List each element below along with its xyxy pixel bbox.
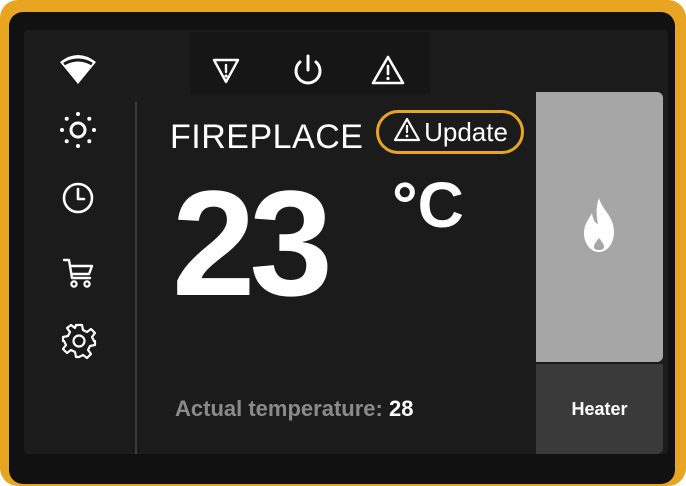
brightness-icon[interactable] [58, 110, 98, 150]
update-label: Update [424, 116, 508, 147]
flame-icon [578, 196, 620, 256]
actual-temperature-label: Actual temperature: [175, 396, 383, 421]
warning-icon[interactable] [370, 54, 406, 86]
temperature-unit: °C [392, 169, 464, 241]
actual-temperature-value: 28 [388, 396, 414, 421]
sidebar-divider [135, 102, 137, 454]
cart-icon[interactable] [62, 256, 96, 290]
heater-label-box[interactable]: Heater [536, 364, 663, 454]
power-icon[interactable] [290, 52, 326, 90]
heater-toggle[interactable] [536, 92, 663, 362]
filter-warning-icon[interactable] [210, 56, 242, 86]
page-title: FIREPLACE [170, 118, 364, 156]
clock-icon[interactable] [60, 180, 96, 216]
set-temperature-value[interactable]: 23 [172, 168, 333, 318]
wifi-icon[interactable] [58, 52, 98, 86]
update-button[interactable]: Update [376, 110, 524, 154]
warning-icon [392, 116, 422, 149]
actual-temperature: Actual temperature: 28 [175, 396, 413, 422]
gear-icon[interactable] [60, 322, 98, 360]
heater-label: Heater [571, 398, 628, 419]
